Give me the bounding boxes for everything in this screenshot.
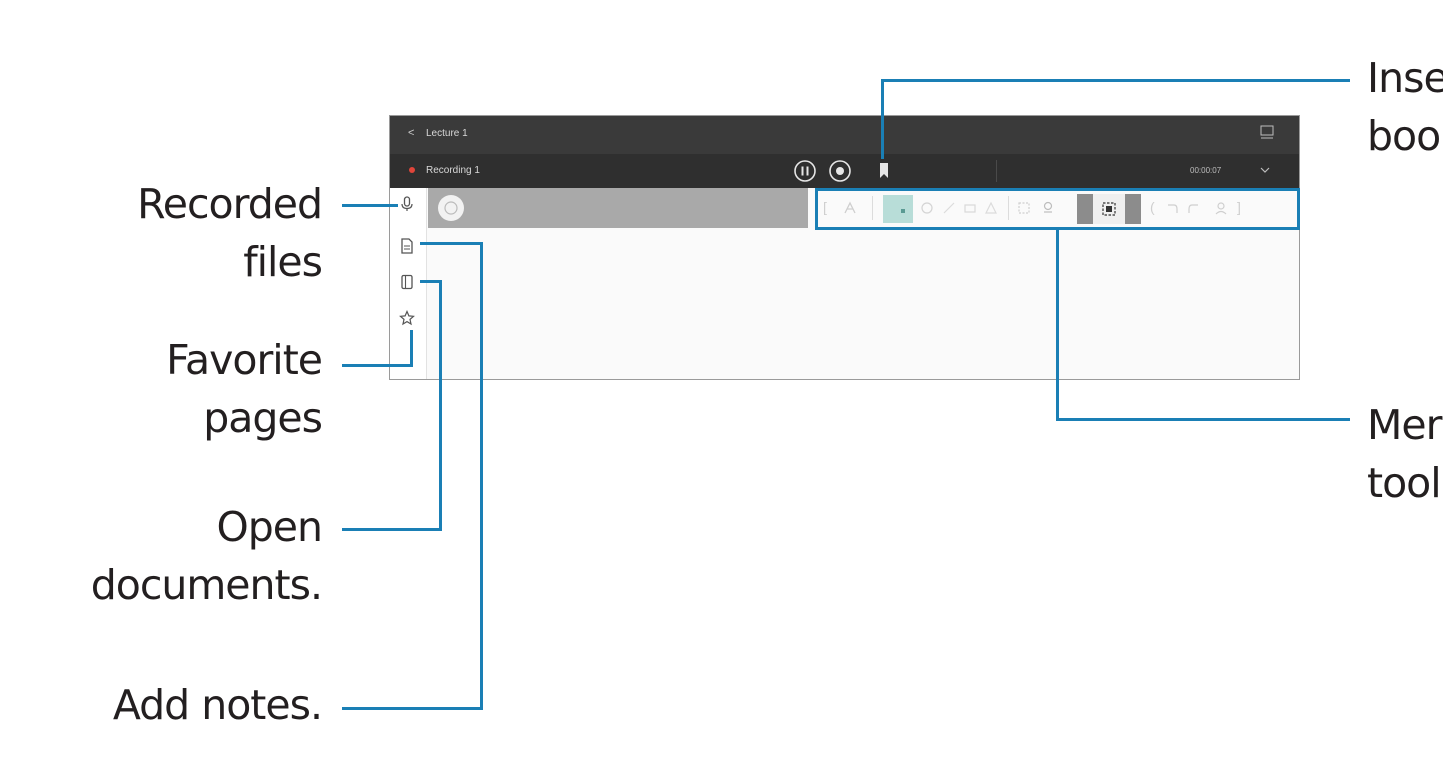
label-insert-bookmark: Inse boo: [1367, 49, 1443, 165]
leader-line-add-notes-v: [480, 242, 483, 710]
label-recorded-files: Recorded files: [60, 175, 323, 291]
label-line: Recorded: [137, 180, 323, 228]
note-title: Lecture 1: [426, 128, 468, 139]
leader-line-add-notes: [342, 707, 483, 710]
toolbar-highlight-frame: [815, 188, 1300, 230]
label-line: Open: [216, 503, 323, 551]
leader-line-insert-bookmark-v: [881, 79, 884, 159]
label-line: Inse: [1367, 54, 1443, 102]
leader-line-menu-toolbar: [1056, 418, 1350, 421]
leader-line-favorite-pages-v: [410, 330, 413, 367]
bookmark-icon[interactable]: [878, 162, 890, 180]
divider: [996, 160, 997, 182]
recording-dot-icon: [409, 167, 415, 173]
leader-line-favorite-pages: [342, 364, 413, 367]
label-line: Favorite: [166, 336, 323, 384]
note-page-icon[interactable]: [399, 238, 415, 254]
recording-thumbnail-icon[interactable]: [437, 194, 465, 222]
label-line: documents.: [90, 561, 323, 609]
microphone-icon[interactable]: [399, 196, 415, 212]
leader-line-open-documents: [342, 528, 442, 531]
back-icon[interactable]: <: [408, 127, 414, 139]
document-icon[interactable]: [399, 274, 415, 290]
chevron-down-icon[interactable]: [1260, 166, 1270, 174]
recording-bar: Recording 1 00:00:07: [390, 154, 1299, 188]
label-line: Add notes.: [112, 681, 323, 729]
label-line: tool: [1367, 459, 1442, 507]
leader-line-add-notes-top: [420, 242, 483, 245]
leader-line-insert-bookmark: [881, 79, 1350, 82]
view-mode-icon[interactable]: [1260, 125, 1274, 141]
pause-icon[interactable]: [793, 159, 817, 183]
label-favorite-pages: Favorite pages: [60, 331, 323, 447]
label-line: Mer: [1367, 401, 1442, 449]
star-icon[interactable]: [399, 310, 415, 326]
leader-line-recorded-files: [342, 204, 398, 207]
leader-line-open-documents-v: [439, 280, 442, 531]
recording-time: 00:00:07: [1190, 166, 1222, 175]
label-line: files: [243, 238, 323, 286]
stop-icon[interactable]: [828, 159, 852, 183]
title-bar: < Lecture 1: [390, 116, 1299, 154]
label-open-documents: Open documents.: [40, 498, 323, 614]
app-window: < Lecture 1 Recording 1 00:00:07 [(]: [389, 115, 1300, 380]
recorded-files-panel: [428, 188, 808, 228]
recording-name: Recording 1: [426, 165, 480, 176]
label-line: pages: [203, 394, 323, 442]
label-add-notes: Add notes.: [40, 676, 323, 734]
sidebar: [390, 188, 427, 379]
label-menu-toolbar: Mer tool: [1367, 396, 1442, 512]
leader-line-menu-toolbar-v: [1056, 230, 1059, 421]
label-line: boo: [1367, 112, 1441, 160]
